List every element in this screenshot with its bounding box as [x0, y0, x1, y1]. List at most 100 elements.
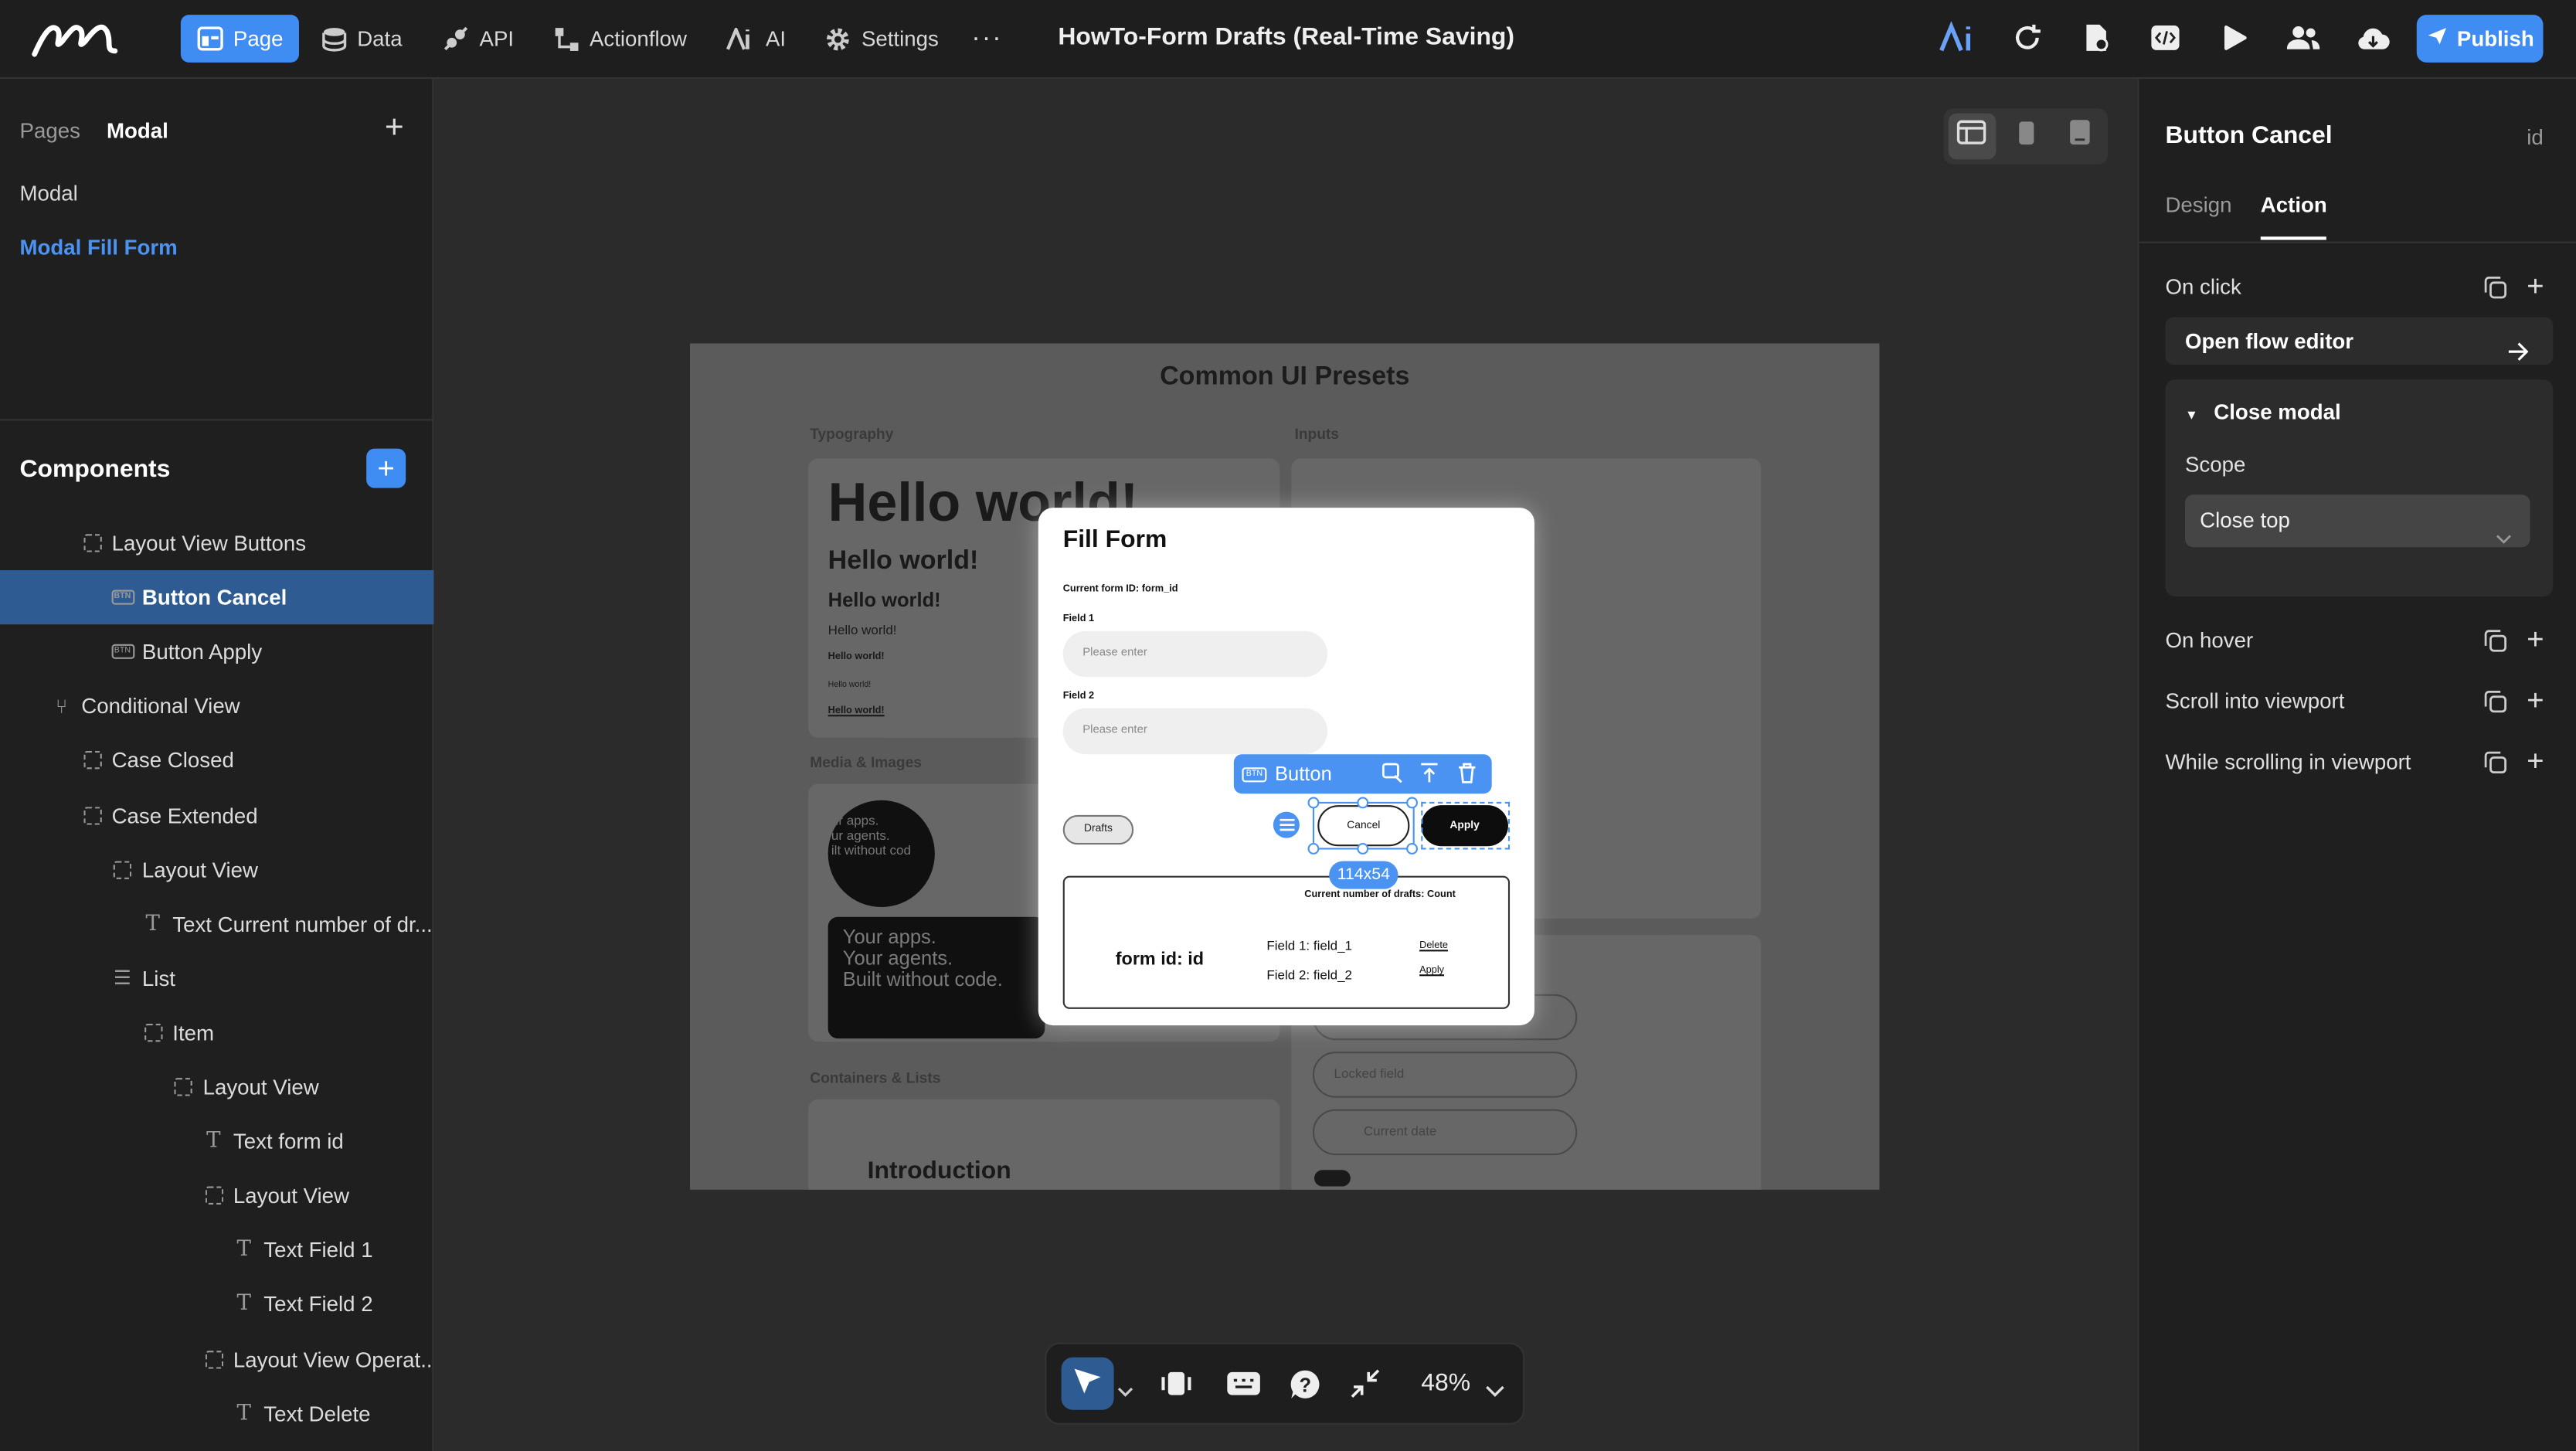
tree-item[interactable]: Case Extended	[0, 788, 433, 842]
resize-handle-tl[interactable]	[1307, 797, 1320, 809]
event-while-scrolling: While scrolling in viewport +	[2165, 746, 2553, 780]
resize-handle-t[interactable]	[1357, 797, 1369, 809]
copy-action-icon[interactable]	[2484, 751, 2507, 779]
publish-label: Publish	[2456, 26, 2534, 51]
event-scroll-into-viewport: Scroll into viewport +	[2165, 685, 2553, 719]
draft-field2: Field 2: field_2	[1266, 967, 1353, 983]
hand-tool-icon[interactable]	[1158, 1365, 1195, 1402]
tree-item[interactable]: Item	[0, 1005, 433, 1059]
keyboard-icon[interactable]	[1225, 1365, 1262, 1402]
move-up-icon[interactable]	[1419, 763, 1439, 789]
draft-delete-link[interactable]: Delete	[1419, 942, 1448, 952]
tree-item-label: Layout View	[141, 857, 259, 882]
layout-view-icon	[111, 858, 134, 881]
tree-item[interactable]: Layout View Buttons	[0, 516, 433, 570]
resize-handle-b[interactable]	[1357, 843, 1369, 855]
zoom-chevron-icon[interactable]	[1485, 1377, 1505, 1406]
refresh-icon[interactable]	[2007, 16, 2047, 59]
tree-item[interactable]: T Text Current number of dr...	[0, 897, 433, 951]
chevron-down-icon[interactable]	[1117, 1377, 1133, 1406]
nav-data[interactable]: Data	[306, 15, 419, 63]
field2-input[interactable]: Please enter	[1062, 708, 1328, 755]
containers-label: Containers & Lists	[810, 1069, 941, 1086]
event-label: While scrolling in viewport	[2165, 749, 2411, 774]
layout-view-icon	[80, 532, 104, 555]
zoom-level[interactable]: 48%	[1421, 1369, 1470, 1397]
tab-action[interactable]: Action	[2261, 192, 2327, 217]
tree-item[interactable]: BTN Button Cancel	[0, 570, 434, 625]
duplicate-icon[interactable]	[1381, 763, 1405, 789]
tree-item[interactable]: Layout View	[0, 1169, 433, 1223]
nav-ai[interactable]: AI	[710, 15, 803, 63]
users-icon[interactable]	[2284, 16, 2323, 59]
tree-item[interactable]: Layout View	[0, 1060, 433, 1114]
top-right-tools	[1939, 16, 2392, 59]
mobile-view-button[interactable]	[2002, 114, 2049, 160]
promo-line-3: Built without code.	[842, 967, 1003, 991]
copy-action-icon[interactable]	[2484, 276, 2507, 304]
tree-item[interactable]: T Text Delete	[0, 1386, 433, 1440]
page-item-modal-fill-form[interactable]: Modal Fill Form	[20, 235, 178, 260]
tree-item[interactable]: Layout View	[0, 842, 433, 896]
tab-pages[interactable]: Pages	[20, 118, 80, 143]
add-action-icon[interactable]: +	[2527, 271, 2544, 301]
device-toggle	[1943, 108, 2109, 165]
add-action-icon[interactable]: +	[2527, 685, 2544, 715]
copy-action-icon[interactable]	[2484, 690, 2507, 718]
open-flow-editor-button[interactable]: Open flow editor	[2165, 317, 2554, 365]
nav-actionflow[interactable]: Actionflow	[537, 15, 703, 63]
play-icon[interactable]	[2214, 16, 2254, 59]
nav-settings[interactable]: Settings	[809, 15, 955, 63]
resize-handle-br[interactable]	[1406, 843, 1418, 855]
app-logo-icon[interactable]	[29, 15, 121, 69]
tab-design[interactable]: Design	[2165, 192, 2231, 217]
tab-modal[interactable]: Modal	[107, 118, 168, 143]
resize-handle-bl[interactable]	[1307, 843, 1320, 855]
scope-select[interactable]: Close top	[2184, 494, 2530, 548]
copy-action-icon[interactable]	[2484, 630, 2507, 658]
cloud-icon[interactable]	[2353, 16, 2392, 59]
caret-down-icon: ▼	[2184, 407, 2198, 423]
tree-item[interactable]: Layout View Operat...	[0, 1332, 433, 1386]
plus-icon: +	[384, 110, 404, 147]
code-icon[interactable]	[2146, 16, 2185, 59]
add-action-icon[interactable]: +	[2527, 746, 2544, 776]
avatar-text: ur apps. ur agents. ilt without cod	[831, 814, 911, 858]
page-settings-icon[interactable]	[2077, 16, 2116, 59]
layout-handle-icon[interactable]	[1273, 811, 1300, 838]
draft-apply-link[interactable]: Apply	[1419, 967, 1444, 977]
drafts-button[interactable]: Drafts	[1062, 814, 1134, 845]
tree-item-label: Button Apply	[141, 639, 263, 664]
tablet-view-button[interactable]	[2056, 114, 2103, 160]
tree-item[interactable]: ☰ List	[0, 951, 433, 1005]
select-tool-button[interactable]	[1061, 1357, 1114, 1410]
add-action-icon[interactable]: +	[2527, 624, 2544, 654]
field1-input[interactable]: Please enter	[1062, 630, 1328, 678]
nav-api[interactable]: API	[425, 15, 530, 63]
more-menu-button[interactable]: ···	[962, 24, 1013, 53]
publish-button[interactable]: Publish	[2416, 15, 2544, 63]
resize-handle-tr[interactable]	[1406, 797, 1418, 809]
tree-item[interactable]: T Text Field 2	[0, 1277, 433, 1331]
gear-icon	[825, 25, 851, 52]
left-panel: Pages Modal + Modal Modal Fill Form Comp…	[0, 79, 434, 1451]
draft-form-id: form id: id	[1115, 950, 1205, 970]
tree-item[interactable]: ⑂ Conditional View	[0, 679, 433, 733]
ai-logo-icon[interactable]	[1939, 16, 1978, 59]
action-header[interactable]: ▼ Close modal	[2185, 399, 2341, 424]
nav-page[interactable]: Page	[180, 15, 300, 63]
delete-icon[interactable]	[1457, 763, 1477, 789]
tree-item[interactable]: T Text form id	[0, 1114, 433, 1168]
locked-field: Locked field	[1312, 1052, 1578, 1098]
desktop-view-button[interactable]	[1948, 113, 1996, 160]
collapse-icon[interactable]	[1347, 1365, 1384, 1402]
inspector-id[interactable]: id	[2527, 125, 2544, 150]
add-component-button[interactable]: +	[366, 448, 406, 488]
page-item-modal[interactable]: Modal	[20, 181, 78, 206]
tree-item[interactable]: Case Closed	[0, 733, 433, 787]
hello-link: Hello world!	[828, 706, 885, 717]
help-icon[interactable]: ?	[1286, 1365, 1323, 1402]
tree-item[interactable]: BTN Button Apply	[0, 625, 433, 679]
add-page-button[interactable]: +	[378, 112, 411, 145]
tree-item[interactable]: T Text Field 1	[0, 1223, 433, 1277]
